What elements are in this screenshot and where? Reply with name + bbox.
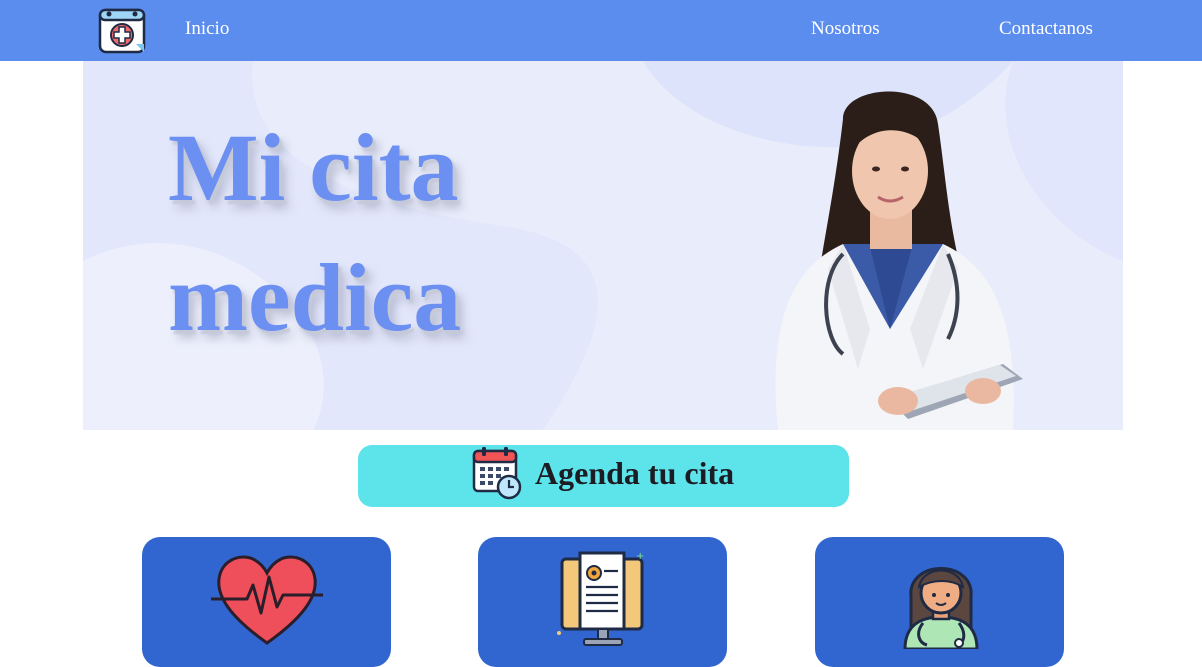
- hero-banner: Mi cita medica: [83, 61, 1123, 430]
- doctor-avatar-icon: [903, 567, 979, 649]
- heartbeat-icon: [211, 555, 323, 645]
- nav-link-inicio[interactable]: Inicio: [185, 18, 229, 40]
- svg-text:+: +: [636, 551, 644, 562]
- top-navbar: Inicio Nosotros Contactanos: [0, 0, 1202, 61]
- calendar-clock-icon: [472, 447, 522, 500]
- card-heart-health[interactable]: [142, 537, 391, 667]
- doctor-photo: [775, 91, 1023, 430]
- hero-title: Mi cita medica: [168, 114, 462, 351]
- card-doctor[interactable]: [815, 537, 1064, 667]
- card-medical-report[interactable]: +: [478, 537, 727, 667]
- agenda-tu-cita-button[interactable]: Agenda tu cita: [358, 445, 849, 507]
- nav-link-contactanos[interactable]: Contactanos: [999, 18, 1093, 40]
- medical-report-monitor-icon: +: [557, 551, 644, 646]
- medical-calendar-logo-icon[interactable]: [98, 6, 146, 54]
- nav-link-nosotros[interactable]: Nosotros: [811, 18, 880, 40]
- cta-label: Agenda tu cita: [535, 455, 735, 491]
